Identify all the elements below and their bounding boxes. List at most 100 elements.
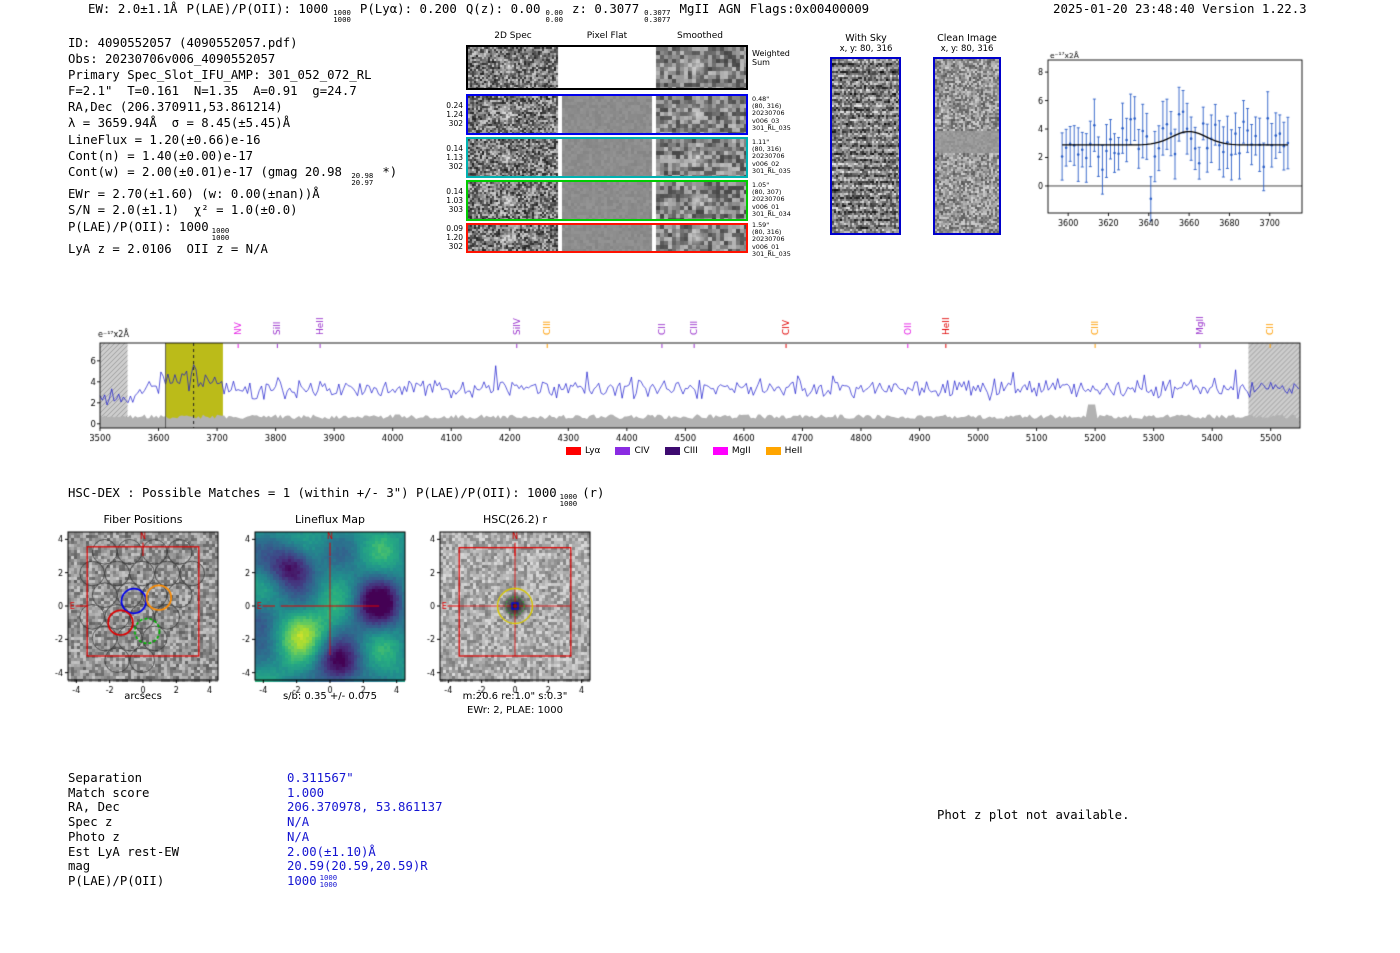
fiber-positions-xlabel: arcsecs xyxy=(124,691,162,702)
qz-fraction: 0.00 0.00 xyxy=(545,9,563,24)
line-flux: LineFlux = 1.20(±0.66)e-16 xyxy=(68,132,261,147)
detection-info-block: ID: 4090552057 (4090552057.pdf) Obs: 202… xyxy=(68,35,397,257)
gmag-fraction: 20.98 20.97 xyxy=(351,171,374,188)
legend-item-civ: CIV xyxy=(615,446,650,456)
separation-value: 0.311567" xyxy=(287,771,354,785)
lya-oii-z: LyA z = 2.0106 OII z = N/A xyxy=(68,242,268,257)
lya-swatch xyxy=(566,447,581,455)
plae-line-fraction: 1000 1000 xyxy=(211,226,230,242)
row1-left-2: 302 xyxy=(448,119,463,128)
table-plae-value: 1000 xyxy=(287,873,317,888)
col-title-smoothed: Smoothed xyxy=(677,31,723,41)
spec2d-row2-canvas xyxy=(468,139,746,176)
qz-value: Q(z): 0.00 xyxy=(465,1,541,16)
classification-label: MgII xyxy=(679,1,710,16)
cont-w-suffix: *) xyxy=(382,164,398,179)
row1-left-labels: 0.24 1.24 302 xyxy=(441,101,463,128)
table-plae-fraction-lo: 1000 xyxy=(319,880,338,890)
z-fraction-lo: 0.3077 xyxy=(644,15,671,25)
row2-left-labels: 0.14 1.13 302 xyxy=(441,144,463,171)
row4-right-labels: 1.59" (80, 316) 20230706 v006_01 301_RL_035 xyxy=(752,221,791,258)
fit-params: F=2.1" T=0.161 N=1.35 A=0.91 g=24.7 xyxy=(68,84,357,99)
mag-value: 20.59(20.59,20.59)R xyxy=(287,859,428,874)
row1-left-1: 1.24 xyxy=(446,110,463,119)
hsc-dex-matches: HSC-DEX : Possible Matches = 1 (within +… xyxy=(68,486,604,508)
row2-right-labels: 1.11" (80, 316) 20230706 v006_02 301_RL_035 xyxy=(752,138,791,175)
civ-swatch xyxy=(615,447,631,455)
lineflux-map-canvas xyxy=(215,523,415,693)
row4-left-0: 0.09 xyxy=(446,224,463,233)
est-lya-ew-value: 2.00(±1.10)Å xyxy=(287,844,376,859)
z-value: z: 0.3077 xyxy=(572,1,640,16)
row4-left-labels: 0.09 1.20 302 xyxy=(441,224,463,251)
phot-z-note: Phot z plot not available. xyxy=(937,808,1130,822)
table-row-match-score: Match score 1.000 xyxy=(68,786,442,801)
civ-label: CIV xyxy=(634,446,650,456)
match-score-value: 1.000 xyxy=(287,785,325,800)
row1-left-0: 0.24 xyxy=(446,101,463,110)
col-title-2d-spec: 2D Spec xyxy=(494,31,532,41)
spec2d-row-1 xyxy=(466,94,748,135)
table-plae-label: P(LAE)/P(OII) xyxy=(68,873,165,888)
legend-item-ciii: CIII xyxy=(664,446,698,456)
sn-chi2: S/N = 2.0(±1.1) χ² = 1.0(±0.0) xyxy=(68,203,298,218)
ciii-swatch xyxy=(664,447,680,455)
row2-left-0: 0.14 xyxy=(446,144,463,153)
match-table: Separation 0.311567" Match score 1.000 RA,… xyxy=(68,771,442,889)
spec2d-row-4 xyxy=(466,223,748,253)
timestamp-version: 2025-01-20 23:48:40 Version 1.22.3 xyxy=(1053,1,1307,16)
spec2d-row-weighted xyxy=(466,45,748,90)
separation-label: Separation xyxy=(68,771,143,785)
spec-z-label: Spec z xyxy=(68,815,113,830)
photo-z-value: N/A xyxy=(287,829,310,844)
row3-left-2: 303 xyxy=(448,205,463,214)
hsc-dex-fraction-lo: 1000 xyxy=(559,499,578,509)
clean-image-title: Clean Image xyxy=(937,33,997,44)
plae-line-text: P(LAE)/P(OII): 1000 xyxy=(68,219,209,234)
ra-dec: RA,Dec (206.370911,53.861214) xyxy=(68,100,283,115)
plae-line-fraction-lo: 1000 xyxy=(211,232,230,242)
row4-left-1: 1.20 xyxy=(446,233,463,242)
row2-left-2: 302 xyxy=(448,162,463,171)
clean-image-panel xyxy=(933,57,1001,235)
legend-item-heii: HeII xyxy=(765,446,802,456)
hsc-cutout-canvas xyxy=(400,523,600,693)
hsc-dex-band: (r) xyxy=(582,486,605,500)
summary-header: EW: 2.0±1.1Å P(LAE)/P(OII): 1000 1000 1000 P… xyxy=(88,1,878,24)
weighted-sum-line2: Sum xyxy=(752,58,770,67)
with-sky-panel xyxy=(830,57,901,235)
ew-value: EW: 2.0±1.1Å xyxy=(88,1,178,16)
table-plae-fraction: 1000 1000 xyxy=(320,874,338,889)
gmag-fraction-lo: 20.97 xyxy=(351,178,374,188)
mgii-label: MgII xyxy=(731,446,751,456)
ra-dec-value: 206.370978, 53.861137 xyxy=(287,800,443,815)
cont-w: Cont(w) = 2.00(±0.01)e-17 (gmag 20.98 20… xyxy=(68,164,397,187)
spec2d-weighted-canvas xyxy=(468,47,746,88)
primary-spec-slot: Primary Spec_Slot_IFU_AMP: 301_052_072_R… xyxy=(68,68,372,83)
hsc-dex-fraction: 1000 1000 xyxy=(560,493,578,508)
mgii-swatch xyxy=(712,447,728,455)
legend-item-mgii: MgII xyxy=(712,446,751,456)
plae-poii-line: P(LAE)/P(OII): 1000 1000 1000 xyxy=(68,219,397,242)
row2-left-1: 1.13 xyxy=(446,153,463,162)
clean-image xyxy=(935,59,999,233)
plae-fraction-lo: 1000 xyxy=(333,15,351,25)
row1-right-labels: 0.48" (80, 316) 20230706 v006_03 301_RL_035 xyxy=(752,95,791,132)
heii-swatch xyxy=(765,447,781,455)
cont-n: Cont(n) = 1.40(±0.00)e-17 xyxy=(68,148,254,163)
z-fraction: 0.3077 0.3077 xyxy=(644,9,670,24)
col-title-pixel-flat: Pixel Flat xyxy=(586,31,628,41)
table-row-ra-dec: RA, Dec 206.370978, 53.861137 xyxy=(68,800,442,815)
weighted-sum-label: Weighted Sum xyxy=(752,49,790,67)
row3-right-4: 301_RL_034 xyxy=(752,209,791,218)
table-row-spec-z: Spec z N/A xyxy=(68,815,442,830)
est-lya-ew-label: Est LyA rest-EW xyxy=(68,844,180,859)
detection-id: ID: 4090552057 (4090552057.pdf) xyxy=(68,36,298,50)
plae-fraction: 1000 1000 xyxy=(333,9,351,24)
row1-right-4: 301_RL_035 xyxy=(752,123,791,132)
table-row-est-lya-ew: Est LyA rest-EW 2.00(±1.10)Å xyxy=(68,845,442,860)
photo-z-label: Photo z xyxy=(68,829,120,844)
table-row-photo-z: Photo z N/A xyxy=(68,830,442,845)
ra-dec-label: RA, Dec xyxy=(68,800,120,815)
clean-image-coords: x, y: 80, 316 xyxy=(940,44,994,54)
